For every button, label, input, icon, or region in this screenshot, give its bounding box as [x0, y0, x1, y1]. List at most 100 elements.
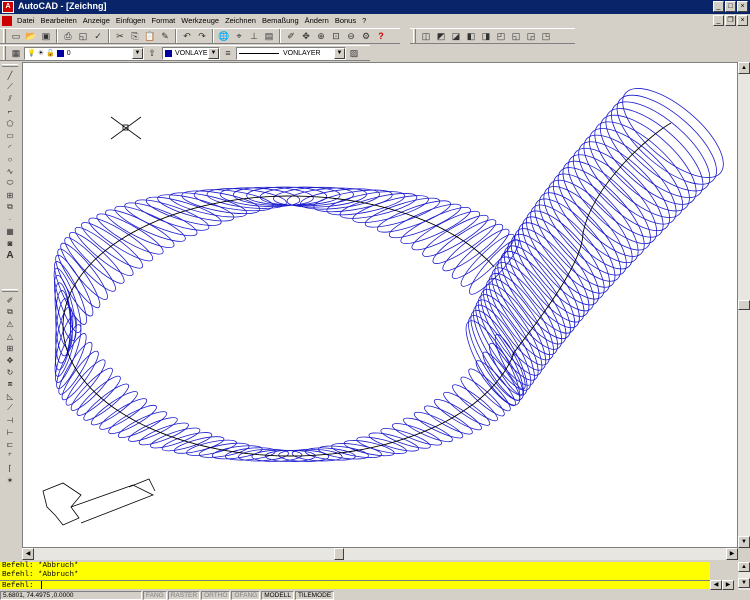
arc-icon[interactable]: ◜	[2, 141, 18, 153]
close-button[interactable]: ×	[737, 1, 748, 12]
cut-icon[interactable]: ✂	[113, 29, 127, 43]
erase-icon[interactable]: ✐	[2, 294, 18, 306]
command-hscroll[interactable]: ◀ ▶	[710, 580, 738, 590]
zoom-window-icon[interactable]: ⊡	[329, 29, 343, 43]
tilemode-toggle[interactable]: TILEMODE	[294, 590, 335, 600]
insert-block-icon[interactable]: ⊞	[2, 189, 18, 201]
orbit-icon[interactable]: ◳	[539, 29, 553, 43]
flat-shaded-icon[interactable]: ◧	[464, 29, 478, 43]
snap-toggle[interactable]: FANG	[143, 590, 167, 600]
vertical-scroll-thumb[interactable]	[738, 300, 750, 310]
preview-icon[interactable]: ◱	[76, 29, 90, 43]
view-cube-icon[interactable]: ◲	[524, 29, 538, 43]
layer-dropdown[interactable]: 💡 ☀ 🔓 0 ▼	[24, 46, 144, 60]
linetype-dropdown[interactable]: VONLAYER ▼	[236, 46, 346, 60]
ellipse-icon[interactable]: ⬭	[2, 177, 18, 189]
scroll-right-icon[interactable]: ▶	[722, 580, 734, 590]
spell-icon[interactable]: ✓	[91, 29, 105, 43]
scroll-left-icon[interactable]: ◀	[22, 548, 34, 560]
fillet-icon[interactable]: ⌈	[2, 462, 18, 474]
offset-icon[interactable]: △	[2, 330, 18, 342]
menu-bearbeiten[interactable]: Bearbeiten	[38, 14, 80, 28]
coordinate-display[interactable]: 5.6801, 74.4975 ,0.0000	[0, 590, 142, 600]
minimize-button[interactable]: _	[713, 1, 724, 12]
maximize-button[interactable]: □	[725, 1, 736, 12]
paste-icon[interactable]: 📋	[143, 29, 157, 43]
command-vscroll[interactable]: ▲ ▼	[738, 562, 750, 590]
zoom-previous-icon[interactable]: ⊖	[344, 29, 358, 43]
layer-manager-icon[interactable]: ▦	[9, 46, 23, 60]
mirror-icon[interactable]: ⚠	[2, 318, 18, 330]
linetype-manager-icon[interactable]: ≡	[221, 46, 235, 60]
drawing-canvas[interactable]	[22, 62, 738, 548]
lengthen-icon[interactable]: ⟋	[2, 402, 18, 414]
horizontal-scrollbar[interactable]: ◀ ▶	[22, 548, 738, 560]
horizontal-scroll-thumb[interactable]	[334, 548, 344, 560]
chevron-down-icon[interactable]: ▼	[208, 47, 219, 59]
3d-wireframe-icon[interactable]: ◩	[434, 29, 448, 43]
open-icon[interactable]: 📂	[24, 29, 38, 43]
trim-icon[interactable]: ⊣	[2, 414, 18, 426]
redraw-icon[interactable]: ✐	[284, 29, 298, 43]
menu-anzeige[interactable]: Anzeige	[80, 14, 113, 28]
scroll-down-icon[interactable]: ▼	[738, 578, 750, 588]
move-icon[interactable]: ✥	[2, 354, 18, 366]
new-icon[interactable]: ▭	[9, 29, 23, 43]
chevron-down-icon[interactable]: ▼	[132, 47, 143, 59]
ucs-icon[interactable]: ⊥	[247, 29, 261, 43]
toolbar-grip[interactable]	[3, 29, 6, 43]
gouraud-icon[interactable]: ◨	[479, 29, 493, 43]
multiline-icon[interactable]: ⫽	[2, 93, 18, 105]
properties-icon[interactable]: ⚙	[359, 29, 373, 43]
hyperlink-icon[interactable]: 🌐	[217, 29, 231, 43]
explode-icon[interactable]: ✶	[2, 474, 18, 486]
grid-toggle[interactable]: RASTER	[167, 590, 201, 600]
rectangle-icon[interactable]: ▭	[2, 129, 18, 141]
document-icon[interactable]	[2, 16, 12, 26]
text-icon[interactable]: A	[2, 249, 18, 261]
construction-line-icon[interactable]: ⟋	[2, 81, 18, 93]
menu-format[interactable]: Format	[149, 14, 179, 28]
scroll-right-icon[interactable]: ▶	[726, 548, 738, 560]
menu-aendern[interactable]: Ändern	[302, 14, 332, 28]
menu-help[interactable]: ?	[359, 14, 369, 28]
copy-icon[interactable]: ⎘	[128, 29, 142, 43]
scroll-left-icon[interactable]: ◀	[710, 580, 722, 590]
copy-object-icon[interactable]: ⧉	[2, 306, 18, 318]
inquiry-icon[interactable]: ▤	[262, 29, 276, 43]
circle-icon[interactable]: ○	[2, 153, 18, 165]
match-properties-icon[interactable]: ✎	[158, 29, 172, 43]
polygon-icon[interactable]: ⬠	[2, 117, 18, 129]
stretch-icon[interactable]: ◺	[2, 390, 18, 402]
menu-werkzeuge[interactable]: Werkzeuge	[178, 14, 222, 28]
color-dropdown[interactable]: VONLAYER ▼	[162, 46, 220, 60]
break-icon[interactable]: ⊏	[2, 438, 18, 450]
undo-icon[interactable]: ↶	[180, 29, 194, 43]
polyline-icon[interactable]: ⌐	[2, 105, 18, 117]
menu-bemassung[interactable]: Bemaßung	[259, 14, 302, 28]
help-icon[interactable]: ?	[374, 29, 388, 43]
doc-close-button[interactable]: ×	[737, 15, 748, 26]
menu-zeichnen[interactable]: Zeichnen	[222, 14, 259, 28]
menu-datei[interactable]: Datei	[14, 14, 38, 28]
menu-einfuegen[interactable]: Einfügen	[113, 14, 149, 28]
2d-wireframe-icon[interactable]: ◫	[419, 29, 433, 43]
make-current-layer-icon[interactable]: ⇧	[145, 46, 159, 60]
ortho-toggle[interactable]: ORTHO	[201, 590, 231, 600]
array-icon[interactable]: ⊞	[2, 342, 18, 354]
hidden-icon[interactable]: ◪	[449, 29, 463, 43]
save-icon[interactable]: ▣	[39, 29, 53, 43]
hatch-icon[interactable]: ▦	[2, 225, 18, 237]
osnap-toggle[interactable]: OFANG	[231, 590, 261, 600]
pan-icon[interactable]: ✥	[299, 29, 313, 43]
zoom-realtime-icon[interactable]: ⊕	[314, 29, 328, 43]
make-block-icon[interactable]: ⧉	[2, 201, 18, 213]
point-icon[interactable]: ·	[2, 213, 18, 225]
scroll-up-icon[interactable]: ▲	[738, 62, 750, 74]
rotate-icon[interactable]: ↻	[2, 366, 18, 378]
chevron-down-icon[interactable]: ▼	[334, 47, 345, 59]
chamfer-icon[interactable]: ⌜	[2, 450, 18, 462]
doc-minimize-button[interactable]: _	[713, 15, 724, 26]
vertical-scrollbar[interactable]: ▲ ▼	[738, 62, 750, 548]
command-input[interactable]: Befehl:	[0, 580, 710, 590]
